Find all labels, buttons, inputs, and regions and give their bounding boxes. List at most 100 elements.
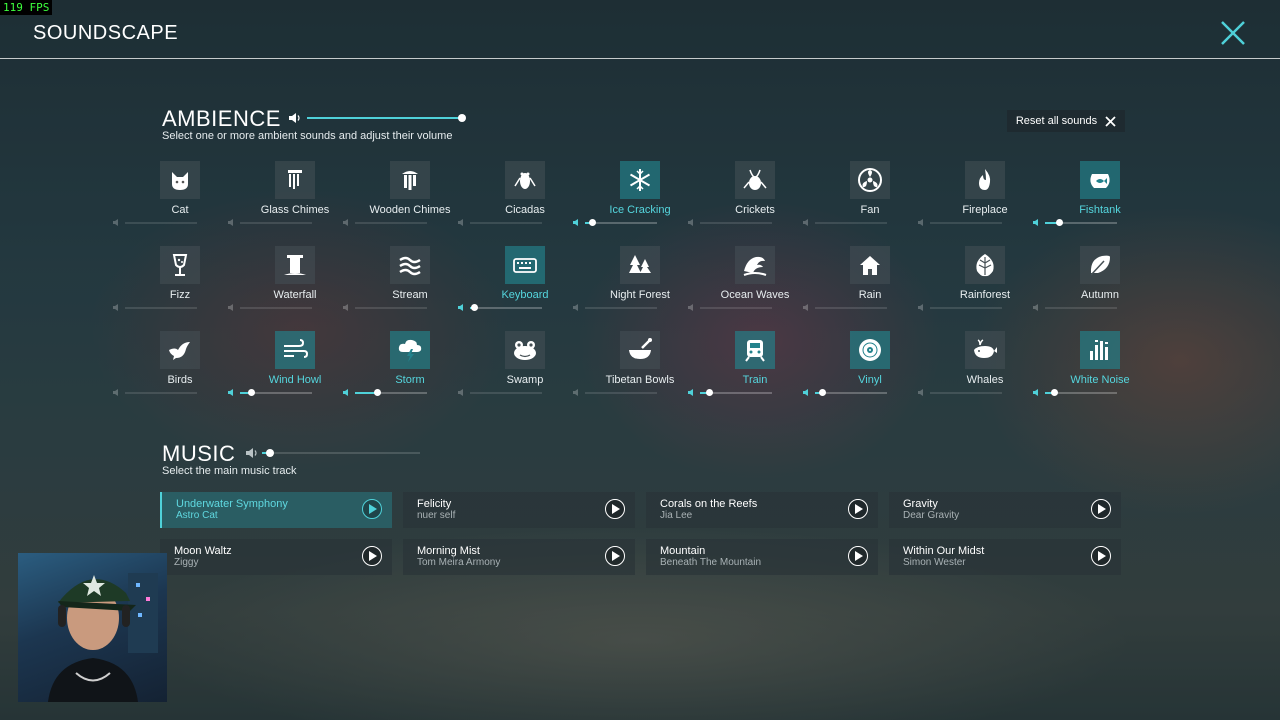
speaker-icon[interactable] [1033,303,1043,312]
sound-crickets[interactable]: Crickets [688,161,810,236]
sound-toggle-button[interactable] [275,161,315,199]
play-button[interactable] [848,546,868,566]
music-track-morning-mist[interactable]: Morning Mist Tom Meira Armony [403,539,635,575]
music-track-gravity[interactable]: Gravity Dear Gravity [889,492,1121,528]
sound-glass-chimes[interactable]: Glass Chimes [228,161,350,236]
sound-volume-slider[interactable] [240,222,312,224]
speaker-icon[interactable] [113,303,123,312]
sound-toggle-button[interactable] [505,161,545,199]
sound-waterfall[interactable]: Waterfall [228,246,350,321]
sound-toggle-button[interactable] [275,331,315,369]
sound-toggle-button[interactable] [620,161,660,199]
sound-volume-slider[interactable] [930,222,1002,224]
speaker-icon[interactable] [573,388,583,397]
speaker-icon[interactable] [1033,388,1043,397]
sound-toggle-button[interactable] [505,331,545,369]
music-volume-knob[interactable] [265,449,274,457]
sound-toggle-button[interactable] [735,161,775,199]
music-track-within-our-midst[interactable]: Within Our Midst Simon Wester [889,539,1121,575]
speaker-icon[interactable] [113,218,123,227]
speaker-icon[interactable] [228,388,238,397]
sound-cicadas[interactable]: Cicadas [458,161,580,236]
sound-night-forest[interactable]: Night Forest [573,246,695,321]
sound-stream[interactable]: Stream [343,246,465,321]
sound-toggle-button[interactable] [390,161,430,199]
sound-wind-howl[interactable]: Wind Howl [228,331,350,406]
sound-toggle-button[interactable] [850,331,890,369]
sound-ice-cracking[interactable]: Ice Cracking [573,161,695,236]
speaker-icon[interactable] [228,218,238,227]
sound-rain[interactable]: Rain [803,246,925,321]
sound-vinyl[interactable]: Vinyl [803,331,925,406]
sound-toggle-button[interactable] [160,246,200,284]
sound-toggle-button[interactable] [850,246,890,284]
sound-volume-slider[interactable] [470,392,542,394]
sound-toggle-button[interactable] [390,331,430,369]
sound-toggle-button[interactable] [620,246,660,284]
music-track-corals-on-the-reefs[interactable]: Corals on the Reefs Jia Lee [646,492,878,528]
sound-volume-slider[interactable] [815,389,887,396]
sound-train[interactable]: Train [688,331,810,406]
sound-toggle-button[interactable] [275,246,315,284]
speaker-icon[interactable] [1033,218,1043,227]
sound-volume-slider[interactable] [815,307,887,309]
speaker-icon[interactable] [573,303,583,312]
sound-toggle-button[interactable] [735,246,775,284]
sound-volume-slider[interactable] [355,222,427,224]
play-button[interactable] [1091,499,1111,519]
sound-keyboard[interactable]: Keyboard [458,246,580,321]
sound-white-noise[interactable]: White Noise [1033,331,1155,406]
sound-volume-slider[interactable] [470,222,542,224]
sound-toggle-button[interactable] [505,246,545,284]
speaker-icon[interactable] [458,303,468,312]
sound-toggle-button[interactable] [1080,246,1120,284]
sound-volume-slider[interactable] [125,392,197,394]
sound-volume-slider[interactable] [930,392,1002,394]
speaker-icon[interactable] [228,303,238,312]
sound-volume-knob[interactable] [705,389,713,396]
close-button[interactable] [1218,18,1248,48]
sound-volume-knob[interactable] [1050,389,1058,396]
speaker-icon[interactable] [343,218,353,227]
sound-storm[interactable]: Storm [343,331,465,406]
sound-volume-slider[interactable] [240,389,312,396]
sound-wooden-chimes[interactable]: Wooden Chimes [343,161,465,236]
sound-volume-slider[interactable] [1045,307,1117,309]
sound-fizz[interactable]: Fizz [113,246,235,321]
sound-volume-slider[interactable] [125,307,197,309]
sound-volume-slider[interactable] [930,307,1002,309]
speaker-icon[interactable] [688,303,698,312]
sound-volume-slider[interactable] [125,222,197,224]
sound-volume-slider[interactable] [585,219,657,226]
speaker-icon[interactable] [343,303,353,312]
sound-volume-slider[interactable] [585,392,657,394]
play-button[interactable] [605,546,625,566]
sound-volume-knob[interactable] [247,389,255,396]
sound-swamp[interactable]: Swamp [458,331,580,406]
speaker-icon[interactable] [803,388,813,397]
play-button[interactable] [362,546,382,566]
sound-volume-slider[interactable] [470,304,542,311]
speaker-icon[interactable] [573,218,583,227]
sound-volume-knob[interactable] [373,389,381,396]
sound-volume-knob[interactable] [470,304,478,311]
sound-volume-slider[interactable] [240,307,312,309]
speaker-icon[interactable] [458,218,468,227]
sound-autumn[interactable]: Autumn [1033,246,1155,321]
sound-toggle-button[interactable] [390,246,430,284]
sound-volume-slider[interactable] [815,222,887,224]
sound-fishtank[interactable]: Fishtank [1033,161,1155,236]
ambience-volume-icon[interactable] [288,112,302,124]
sound-volume-slider[interactable] [355,307,427,309]
play-button[interactable] [1091,546,1111,566]
speaker-icon[interactable] [803,303,813,312]
sound-fireplace[interactable]: Fireplace [918,161,1040,236]
sound-volume-knob[interactable] [819,389,827,396]
sound-volume-slider[interactable] [1045,219,1117,226]
speaker-icon[interactable] [458,388,468,397]
play-button[interactable] [848,499,868,519]
sound-cat[interactable]: Cat [113,161,235,236]
sound-toggle-button[interactable] [965,331,1005,369]
speaker-icon[interactable] [918,218,928,227]
ambience-volume-slider[interactable] [307,114,466,122]
